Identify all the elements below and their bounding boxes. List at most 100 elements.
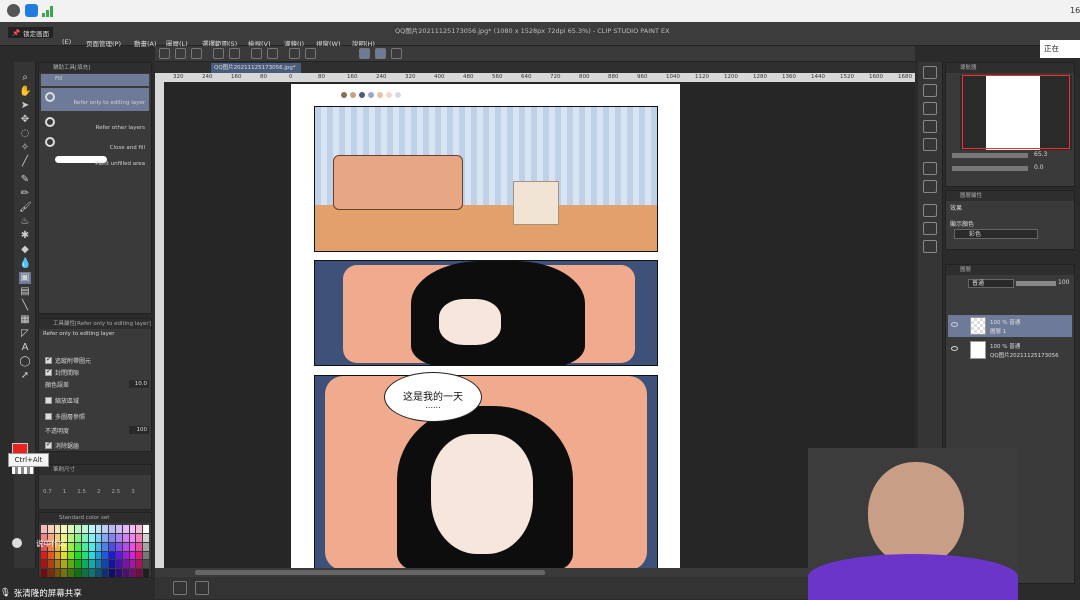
figure-tool-icon[interactable]: ╲ <box>19 300 31 312</box>
snap-special-ruler-icon[interactable] <box>375 48 386 59</box>
color-swatch[interactable] <box>54 569 61 577</box>
color-swatch[interactable] <box>122 551 129 560</box>
trace-subpixel-checkbox[interactable] <box>45 355 52 364</box>
color-swatch[interactable] <box>143 525 149 533</box>
item-bank-icon[interactable] <box>923 102 937 115</box>
color-swatch[interactable] <box>75 551 81 560</box>
color-slider-icon[interactable] <box>923 240 937 253</box>
color-swatch[interactable] <box>109 551 115 560</box>
area-scaling-checkbox[interactable] <box>45 396 52 404</box>
zoom-value[interactable]: 65.3 <box>1034 151 1047 158</box>
eyedropper-tool-icon[interactable]: ╱ <box>19 156 31 168</box>
menu-edit[interactable]: (E) <box>62 38 71 46</box>
pen-tool-icon[interactable]: ✎ <box>19 174 31 186</box>
animation-timeline-icon[interactable] <box>923 180 937 193</box>
color-swatch[interactable] <box>88 560 95 569</box>
color-swatch[interactable] <box>81 551 88 560</box>
navigator-icon[interactable] <box>923 66 937 79</box>
pencil-tool-icon[interactable]: ✏ <box>19 188 31 200</box>
color-swatch[interactable] <box>143 569 149 577</box>
color-swatch[interactable] <box>102 525 109 533</box>
color-swatch[interactable] <box>68 525 75 533</box>
color-swatch[interactable] <box>75 560 81 569</box>
visibility-eye-icon[interactable] <box>951 322 958 327</box>
snap-grid-icon[interactable] <box>391 48 402 59</box>
layer-row[interactable]: 100 % 普通 圖層 1 <box>948 315 1072 337</box>
auto-select-tool-icon[interactable]: ✧ <box>19 142 31 154</box>
rotation-value[interactable]: 0.0 <box>1034 164 1044 171</box>
deselect-icon[interactable] <box>305 48 316 59</box>
opacity-value[interactable]: 100 <box>129 426 149 434</box>
emoji-icon[interactable] <box>12 538 22 548</box>
color-swatch[interactable] <box>54 560 61 569</box>
color-swatch[interactable] <box>61 569 68 577</box>
selection-tool-icon[interactable]: ◌ <box>19 128 31 140</box>
multi-layer-ref-checkbox[interactable] <box>45 412 52 420</box>
horizontal-scrollbar[interactable] <box>155 568 915 577</box>
fit-view-icon[interactable] <box>195 581 209 595</box>
balloon-tool-icon[interactable]: ◯ <box>19 356 31 368</box>
brush-size-preset[interactable]: 2 <box>97 489 101 495</box>
color-swatch[interactable] <box>102 551 109 560</box>
color-swatch[interactable] <box>115 560 122 569</box>
color-swatch[interactable] <box>68 560 75 569</box>
color-swatch[interactable] <box>136 525 143 533</box>
color-swatch[interactable] <box>102 560 109 569</box>
navigator-view-frame[interactable] <box>962 75 1070 149</box>
gradient-tool-icon[interactable]: ▤ <box>19 286 31 298</box>
hand-tool-icon[interactable]: ✋ <box>19 86 31 98</box>
color-swatch[interactable] <box>54 525 61 533</box>
color-swatch[interactable] <box>102 569 109 577</box>
color-swatch[interactable] <box>143 533 149 542</box>
display-color-select[interactable]: 彩色 <box>954 229 1038 239</box>
layer-search-icon[interactable] <box>923 162 937 175</box>
close-gap-row[interactable]: 封閉間隙 <box>45 367 149 377</box>
color-swatch[interactable] <box>115 569 122 577</box>
info-icon[interactable] <box>7 4 20 17</box>
move-layer-tool-icon[interactable]: ✥ <box>19 114 31 126</box>
color-swatch[interactable] <box>122 569 129 577</box>
color-swatch[interactable] <box>129 569 136 577</box>
color-swatch[interactable] <box>136 560 143 569</box>
color-swatch[interactable] <box>68 569 75 577</box>
color-swatch[interactable] <box>75 525 81 533</box>
visibility-eye-icon[interactable] <box>951 346 958 351</box>
zoom-slider[interactable] <box>952 153 1028 158</box>
text-tool-icon[interactable]: A <box>19 342 31 354</box>
color-swatch[interactable] <box>88 551 95 560</box>
correct-line-tool-icon[interactable]: ➚ <box>19 370 31 382</box>
snap-ruler-icon[interactable] <box>359 48 370 59</box>
brush-size-preset[interactable]: 1 <box>63 489 67 495</box>
color-swatch[interactable] <box>81 525 88 533</box>
color-swatch[interactable] <box>109 569 115 577</box>
menu-animation[interactable]: 動畫(A) <box>134 38 157 48</box>
color-swatch[interactable] <box>115 525 122 533</box>
color-swatch[interactable] <box>122 560 129 569</box>
subtool-refer-editing-layer[interactable]: Refer only to editing layer <box>41 88 149 111</box>
ruler-tool-icon[interactable]: ◸ <box>19 328 31 340</box>
opacity-row[interactable]: 不透明度 100 <box>45 425 149 435</box>
color-margin-value[interactable]: 10.0 <box>129 380 149 388</box>
save-icon[interactable] <box>191 48 202 59</box>
clear-icon[interactable] <box>251 48 262 59</box>
antialias-row[interactable]: 消除鋸齒 <box>45 440 149 450</box>
color-swatch[interactable] <box>68 551 75 560</box>
brush-tool-icon[interactable]: 🖌 <box>19 202 32 214</box>
color-swatch[interactable] <box>129 560 136 569</box>
color-swatch[interactable] <box>122 525 129 533</box>
color-swatch[interactable] <box>47 525 54 533</box>
open-file-icon[interactable] <box>175 48 186 59</box>
color-swatch[interactable] <box>41 525 47 533</box>
subtool-paint-unfilled[interactable]: Paint unfilled area <box>41 149 149 172</box>
color-swatch[interactable] <box>143 551 149 560</box>
airbrush-tool-icon[interactable]: ♨ <box>19 216 31 228</box>
color-swatch[interactable] <box>81 569 88 577</box>
navigator-toggle-icon[interactable] <box>173 581 187 595</box>
color-swatch[interactable] <box>54 551 61 560</box>
history-icon[interactable] <box>923 138 937 151</box>
close-gap-checkbox[interactable] <box>45 367 52 376</box>
auto-action-icon[interactable] <box>923 204 937 217</box>
color-swatch[interactable] <box>115 551 122 560</box>
color-swatch[interactable] <box>88 569 95 577</box>
brush-size-preset[interactable]: 2.5 <box>112 489 121 495</box>
